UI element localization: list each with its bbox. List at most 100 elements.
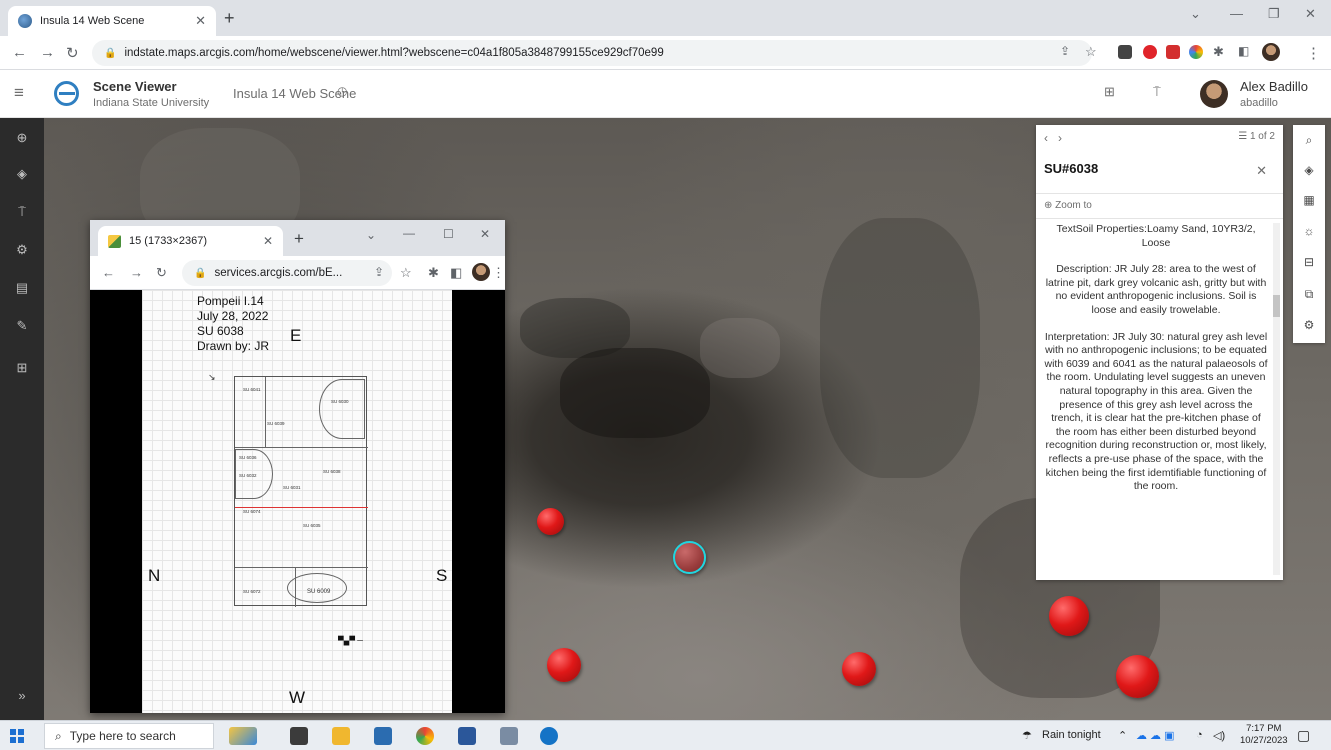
- scene-info-icon[interactable]: ◷: [337, 84, 347, 98]
- lock-icon: 🔒: [104, 47, 117, 59]
- weather-icon[interactable]: ☂: [1022, 729, 1032, 742]
- user-name[interactable]: Alex Badillo: [1240, 79, 1308, 94]
- image-new-tab-icon[interactable]: +: [294, 229, 304, 249]
- image-profile-icon[interactable]: [472, 263, 490, 281]
- basemap-icon[interactable]: ▦: [1293, 193, 1325, 207]
- tray-expand-icon[interactable]: ⌃: [1118, 729, 1127, 742]
- url-field[interactable]: 🔒 indstate.maps.arcgis.com/home/webscene…: [92, 40, 1092, 66]
- notification-icon[interactable]: ▢: [1297, 727, 1310, 744]
- settings-icon[interactable]: ⚙: [0, 242, 44, 258]
- restore-icon[interactable]: ❐: [1268, 6, 1280, 22]
- settings-icon[interactable]: ⚙: [1293, 318, 1325, 332]
- windows-taskbar: ⌕ Type here to search ☂ Rain tonight ⌃ ☁…: [0, 720, 1331, 750]
- windows-start-icon[interactable]: [10, 729, 24, 743]
- image-minimize-icon[interactable]: —: [403, 226, 415, 240]
- popup-close-icon[interactable]: ✕: [1256, 163, 1267, 179]
- image-tab[interactable]: 15 (1733×2367) ✕: [98, 226, 283, 256]
- popup-content: TextSoil Properties:Loamy Sand, 10YR3/2,…: [1044, 223, 1268, 575]
- plus-circle-icon[interactable]: ⊕: [0, 130, 44, 146]
- image-close-window-icon[interactable]: ✕: [480, 227, 490, 241]
- clock-time: 7:17 PM: [1246, 723, 1282, 734]
- image-extensions-icon[interactable]: ✱: [428, 265, 439, 281]
- wifi-icon[interactable]: ◔: [1196, 729, 1203, 741]
- layers-icon[interactable]: ◈: [0, 166, 44, 182]
- image-url-text: services.arcgis.com/bE...: [214, 267, 343, 279]
- app-icon[interactable]: [500, 727, 518, 745]
- plan-label: SU 6072: [243, 589, 261, 594]
- taskbar-search-field[interactable]: ⌕ Type here to search: [44, 723, 214, 749]
- taskbar-clock[interactable]: 7:17 PM 10/27/2023: [1240, 723, 1288, 747]
- browser-menu-icon[interactable]: ⋮: [1306, 44, 1321, 62]
- reload-icon[interactable]: ↻: [66, 44, 79, 62]
- profile-avatar-icon[interactable]: [1262, 43, 1280, 61]
- image-share-icon[interactable]: ⇪: [374, 265, 384, 279]
- extension-icon[interactable]: [1118, 45, 1132, 59]
- word-icon[interactable]: [458, 727, 476, 745]
- tray-apps-icon[interactable]: ☁ ☁ ▣: [1136, 729, 1175, 742]
- popup-pager[interactable]: ☰ 1 of 2: [1238, 131, 1275, 142]
- user-avatar[interactable]: [1200, 80, 1228, 108]
- measure-icon[interactable]: ✎: [0, 318, 44, 334]
- image-sidepanel-icon[interactable]: ◧: [450, 265, 462, 281]
- image-restore-icon[interactable]: ☐: [443, 227, 454, 241]
- image-url-field[interactable]: 🔒 services.arcgis.com/bE...: [182, 260, 392, 286]
- feature-marker[interactable]: [1116, 655, 1159, 698]
- tab-close-icon[interactable]: ✕: [195, 13, 206, 29]
- daylight-icon[interactable]: ☼: [1293, 224, 1325, 238]
- color-extension-icon[interactable]: [1189, 45, 1203, 59]
- layers-icon[interactable]: ◈: [1293, 163, 1325, 177]
- slides-icon[interactable]: ⍑: [0, 204, 44, 220]
- expand-toolbar-icon[interactable]: »: [0, 688, 44, 703]
- tab-search-icon[interactable]: ⌄: [1190, 6, 1201, 22]
- browser-tab-active[interactable]: Insula 14 Web Scene ✕: [8, 6, 216, 36]
- puzzle-extensions-icon[interactable]: ✱: [1213, 44, 1224, 60]
- share-icon[interactable]: ⧉: [1293, 287, 1325, 302]
- su-label: SU 6038: [197, 324, 244, 338]
- legend-icon[interactable]: ▤: [0, 280, 44, 296]
- feature-marker[interactable]: [1049, 596, 1089, 636]
- feature-marker[interactable]: [842, 652, 876, 686]
- task-view-icon[interactable]: [290, 727, 308, 745]
- feature-marker[interactable]: [547, 648, 581, 682]
- pager-text: 1 of 2: [1249, 131, 1275, 142]
- bookmark-star-icon[interactable]: ☆: [1085, 44, 1097, 60]
- measure-icon[interactable]: ⊟: [1293, 255, 1325, 269]
- scene-viewer-logo-icon: [54, 81, 79, 106]
- opera-extension-icon[interactable]: [1143, 45, 1157, 59]
- popup-scrollbar[interactable]: [1273, 223, 1280, 575]
- back-icon[interactable]: ←: [12, 44, 27, 61]
- hamburger-menu-icon[interactable]: ≡: [14, 83, 24, 103]
- app-icon[interactable]: [540, 727, 558, 745]
- grid-icon[interactable]: ⊞: [0, 360, 44, 376]
- side-panel-icon[interactable]: ◧: [1238, 44, 1249, 58]
- image-forward-icon[interactable]: →: [130, 265, 143, 280]
- image-star-icon[interactable]: ☆: [400, 265, 412, 281]
- image-tab-search-icon[interactable]: ⌄: [366, 228, 376, 242]
- image-back-icon[interactable]: ←: [102, 265, 115, 280]
- image-tab-close-icon[interactable]: ✕: [263, 234, 273, 248]
- close-window-icon[interactable]: ✕: [1305, 6, 1316, 22]
- feature-marker-selected[interactable]: [673, 541, 706, 574]
- popup-prev-next-icon[interactable]: ‹ ›: [1044, 131, 1062, 145]
- weather-text[interactable]: Rain tonight: [1042, 729, 1101, 741]
- zoom-to-button[interactable]: ⊕ Zoom to: [1036, 193, 1283, 219]
- minimize-icon[interactable]: —: [1230, 6, 1243, 21]
- file-explorer-icon[interactable]: [332, 727, 350, 745]
- new-tab-icon[interactable]: +: [224, 8, 235, 29]
- pdf-extension-icon[interactable]: [1166, 45, 1180, 59]
- forward-icon[interactable]: →: [40, 44, 55, 61]
- share-page-icon[interactable]: ⇪: [1060, 44, 1070, 58]
- volume-icon[interactable]: ◁): [1213, 729, 1225, 742]
- plan-label: SU 6074: [243, 509, 261, 514]
- search-icon[interactable]: ⌕: [1293, 133, 1325, 148]
- search-highlight-icon[interactable]: [229, 727, 257, 745]
- chrome-icon[interactable]: [416, 727, 434, 745]
- feature-marker[interactable]: [537, 508, 564, 535]
- image-menu-icon[interactable]: ⋮: [492, 265, 505, 281]
- north-arrow-icon: ↘: [208, 372, 216, 382]
- image-reload-icon[interactable]: ↻: [156, 265, 167, 281]
- keyboard-lang-icon[interactable]: [374, 727, 392, 745]
- presentation-icon[interactable]: ⍑: [1153, 84, 1161, 100]
- plan-label: SU 6039: [267, 421, 285, 426]
- open-in-new-icon[interactable]: ⊞: [1104, 84, 1115, 100]
